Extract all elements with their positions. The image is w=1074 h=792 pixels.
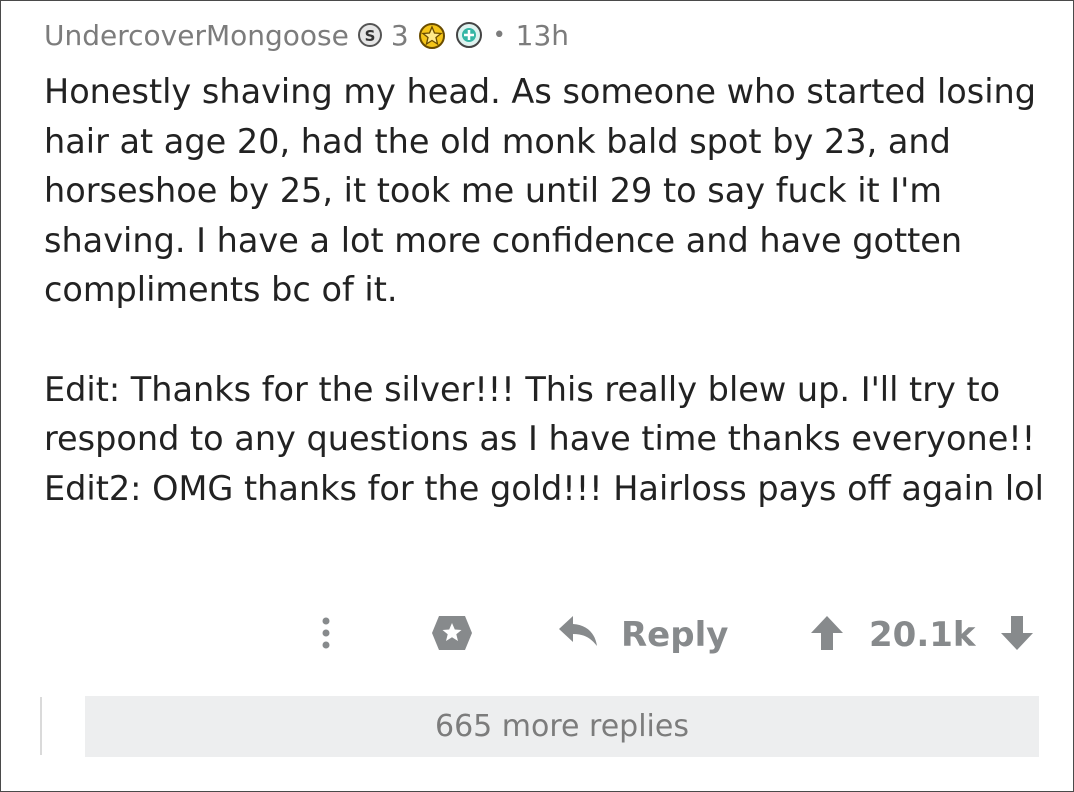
comment-paragraph-1: Honestly shaving my head. As someone who…	[44, 72, 1037, 309]
downvote-icon	[999, 614, 1035, 656]
reply-button[interactable]: Reply	[557, 605, 728, 665]
silver-award-icon: S	[357, 22, 383, 48]
thread-line[interactable]	[40, 697, 42, 755]
comment-action-bar: Reply 20.1k	[1, 605, 1074, 665]
more-options-button[interactable]	[313, 605, 339, 665]
comment-screenshot: UndercoverMongoose S 3 • 13h Honestly sh…	[0, 0, 1074, 792]
timestamp[interactable]: 13h	[516, 19, 569, 52]
downvote-button[interactable]	[999, 605, 1035, 665]
vote-score: 20.1k	[869, 615, 976, 655]
more-replies-label: 665 more replies	[435, 709, 689, 744]
more-options-icon	[322, 616, 330, 654]
reply-arrow-icon	[557, 614, 599, 657]
wholesome-award-icon	[455, 21, 483, 49]
silver-award-count: 3	[390, 18, 409, 52]
give-award-button[interactable]	[429, 605, 475, 665]
gold-award-icon	[417, 21, 447, 49]
comment-meta: UndercoverMongoose S 3 • 13h	[44, 15, 569, 55]
comment-paragraph-2: Edit: Thanks for the silver!!! This real…	[44, 369, 1044, 508]
comment-body: Honestly shaving my head. As someone who…	[44, 67, 1044, 513]
more-replies-button[interactable]: 665 more replies	[85, 696, 1039, 757]
upvote-button[interactable]	[809, 605, 845, 665]
reply-label: Reply	[621, 615, 729, 655]
meta-separator: •	[492, 22, 506, 48]
svg-text:S: S	[364, 27, 375, 45]
give-award-icon	[429, 613, 475, 657]
username-link[interactable]: UndercoverMongoose	[44, 19, 349, 52]
upvote-icon	[809, 614, 845, 656]
